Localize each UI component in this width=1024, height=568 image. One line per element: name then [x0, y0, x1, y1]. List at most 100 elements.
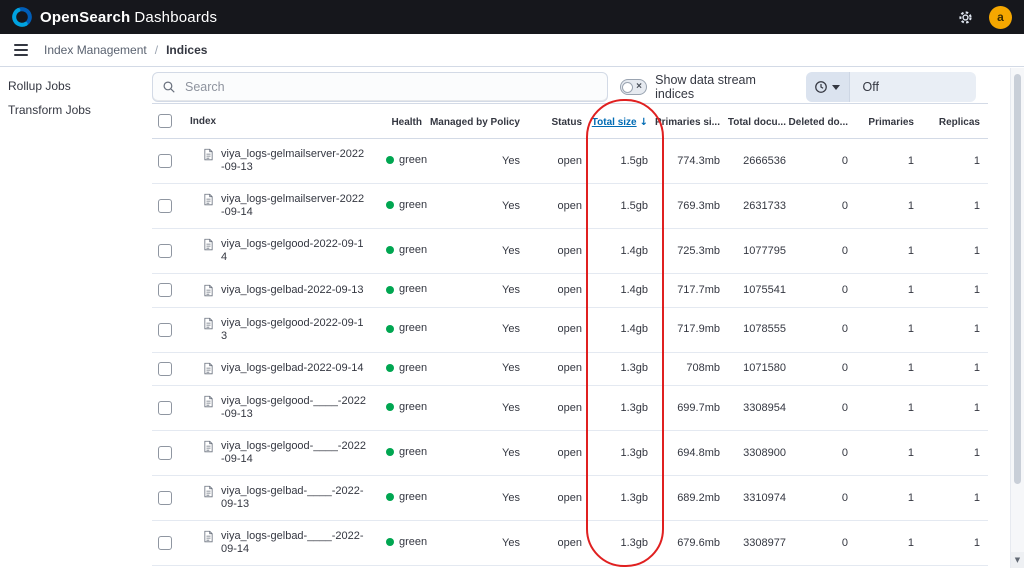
total-size-cell: 1.5gb — [590, 139, 656, 184]
breadcrumb-separator: / — [155, 43, 158, 57]
health-label: green — [399, 401, 427, 414]
primaries-cell: 1 — [856, 476, 922, 521]
health-cell: green — [378, 229, 430, 274]
select-all-cell — [152, 104, 182, 139]
data-stream-switch-group: × Show data stream indices — [620, 73, 794, 101]
content-area: Rollup Jobs Transform Jobs × — [0, 67, 1024, 568]
deleted-documents-cell: 0 — [794, 431, 856, 476]
table-header-row: Index Health Managed by Policy Status — [152, 104, 988, 139]
replicas-cell: 1 — [922, 386, 988, 431]
health-label: green — [399, 199, 427, 212]
breadcrumb-indices: Indices — [166, 43, 207, 57]
total-size-cell: 1.3gb — [590, 521, 656, 566]
total-documents-cell: 3310974 — [728, 476, 794, 521]
breadcrumb-index-management[interactable]: Index Management — [44, 43, 147, 57]
deleted-documents-cell: 0 — [794, 476, 856, 521]
index-cell: viya_logs-gelbad-2022-09-14 — [182, 352, 378, 386]
deleted-documents-cell: 0 — [794, 139, 856, 184]
index-cell: viya_logs-gelgood-2022-09-13 — [182, 307, 378, 352]
document-icon — [202, 238, 215, 251]
status-cell: open — [528, 352, 590, 386]
status-cell: open — [528, 229, 590, 274]
deleted-documents-cell: 0 — [794, 352, 856, 386]
row-select-cell — [152, 476, 182, 521]
replicas-cell: 1 — [922, 139, 988, 184]
row-checkbox[interactable] — [158, 401, 172, 415]
column-header-primaries-size[interactable]: Primaries si... — [656, 104, 728, 139]
auto-refresh-control: Off — [806, 72, 977, 102]
health-cell: green — [378, 431, 430, 476]
row-checkbox[interactable] — [158, 362, 172, 376]
row-checkbox[interactable] — [158, 536, 172, 550]
primaries-size-cell: 679.6mb — [656, 521, 728, 566]
index-cell: viya_logs-gelbad-____-2022-09-14 — [182, 521, 378, 566]
health-dot-icon — [386, 325, 394, 333]
scrollbar-down-arrow[interactable]: ▼ — [1011, 552, 1024, 568]
table-row: viya_logs-gelmailserver-2022-09-13greenY… — [152, 139, 988, 184]
header-actions: a — [958, 6, 1012, 29]
replicas-cell: 1 — [922, 184, 988, 229]
index-cell: viya_logs-gelgood-____-2022-09-14 — [182, 431, 378, 476]
column-header-replicas[interactable]: Replicas — [922, 104, 988, 139]
scrollbar-thumb[interactable] — [1014, 74, 1021, 484]
status-cell: open — [528, 521, 590, 566]
primaries-cell: 1 — [856, 386, 922, 431]
replicas-cell: 1 — [922, 307, 988, 352]
document-icon — [202, 485, 215, 498]
user-avatar[interactable]: a — [989, 6, 1012, 29]
total-documents-cell: 1071580 — [728, 352, 794, 386]
column-header-managed-by-policy[interactable]: Managed by Policy — [430, 104, 528, 139]
health-cell: green — [378, 521, 430, 566]
refresh-interval-value[interactable]: Off — [850, 72, 977, 102]
settings-icon[interactable] — [958, 10, 973, 25]
health-dot-icon — [386, 246, 394, 254]
primaries-size-cell: 725.3mb — [656, 229, 728, 274]
row-checkbox[interactable] — [158, 283, 172, 297]
data-stream-toggle[interactable]: × — [620, 79, 647, 95]
sidebar-item-rollup-jobs[interactable]: Rollup Jobs — [8, 77, 144, 95]
column-header-index[interactable]: Index — [182, 104, 378, 139]
row-checkbox[interactable] — [158, 244, 172, 258]
data-stream-toggle-label[interactable]: Show data stream indices — [655, 73, 793, 101]
deleted-documents-cell: 0 — [794, 521, 856, 566]
opensearch-logo-icon — [12, 7, 32, 27]
menu-toggle-icon[interactable] — [12, 40, 30, 60]
index-cell: viya_logs-gelgood-2022-09-14 — [182, 229, 378, 274]
document-icon — [202, 395, 215, 408]
refresh-interval-button[interactable] — [806, 72, 850, 102]
primaries-cell: 1 — [856, 352, 922, 386]
index-cell: viya_logs-gelgood-____-2022-09-13 — [182, 386, 378, 431]
row-checkbox[interactable] — [158, 323, 172, 337]
sidebar-item-transform-jobs[interactable]: Transform Jobs — [8, 101, 144, 119]
health-dot-icon — [386, 448, 394, 456]
search-box — [152, 72, 608, 102]
managed-by-policy-cell: Yes — [430, 184, 528, 229]
column-header-status[interactable]: Status — [528, 104, 590, 139]
opensearch-home-link[interactable]: OpenSearchDashboards — [12, 7, 217, 27]
health-cell: green — [378, 476, 430, 521]
row-checkbox[interactable] — [158, 154, 172, 168]
row-checkbox[interactable] — [158, 491, 172, 505]
column-header-deleted-documents[interactable]: Deleted do... — [794, 104, 856, 139]
health-label: green — [399, 283, 427, 296]
clock-icon — [814, 80, 828, 94]
column-header-health[interactable]: Health — [378, 104, 430, 139]
row-checkbox[interactable] — [158, 446, 172, 460]
chevron-down-icon — [832, 85, 840, 90]
app-title: OpenSearchDashboards — [40, 9, 217, 26]
document-icon — [202, 317, 215, 330]
row-select-cell — [152, 352, 182, 386]
column-header-primaries[interactable]: Primaries — [856, 104, 922, 139]
sort-descending-icon: ↓ — [640, 117, 648, 128]
row-checkbox[interactable] — [158, 199, 172, 213]
health-label: green — [399, 446, 427, 459]
column-header-total-size[interactable]: Total size↓ — [590, 104, 656, 139]
index-name: viya_logs-gelbad-2022-09-14 — [221, 362, 367, 375]
status-cell: open — [528, 307, 590, 352]
select-all-checkbox[interactable] — [158, 114, 172, 128]
index-cell: viya_logs-gelmailserver-2022-09-14 — [182, 184, 378, 229]
column-header-total-documents[interactable]: Total docu... — [728, 104, 794, 139]
search-input[interactable] — [183, 79, 598, 95]
vertical-scrollbar[interactable]: ▼ — [1010, 68, 1024, 568]
health-cell: green — [378, 139, 430, 184]
